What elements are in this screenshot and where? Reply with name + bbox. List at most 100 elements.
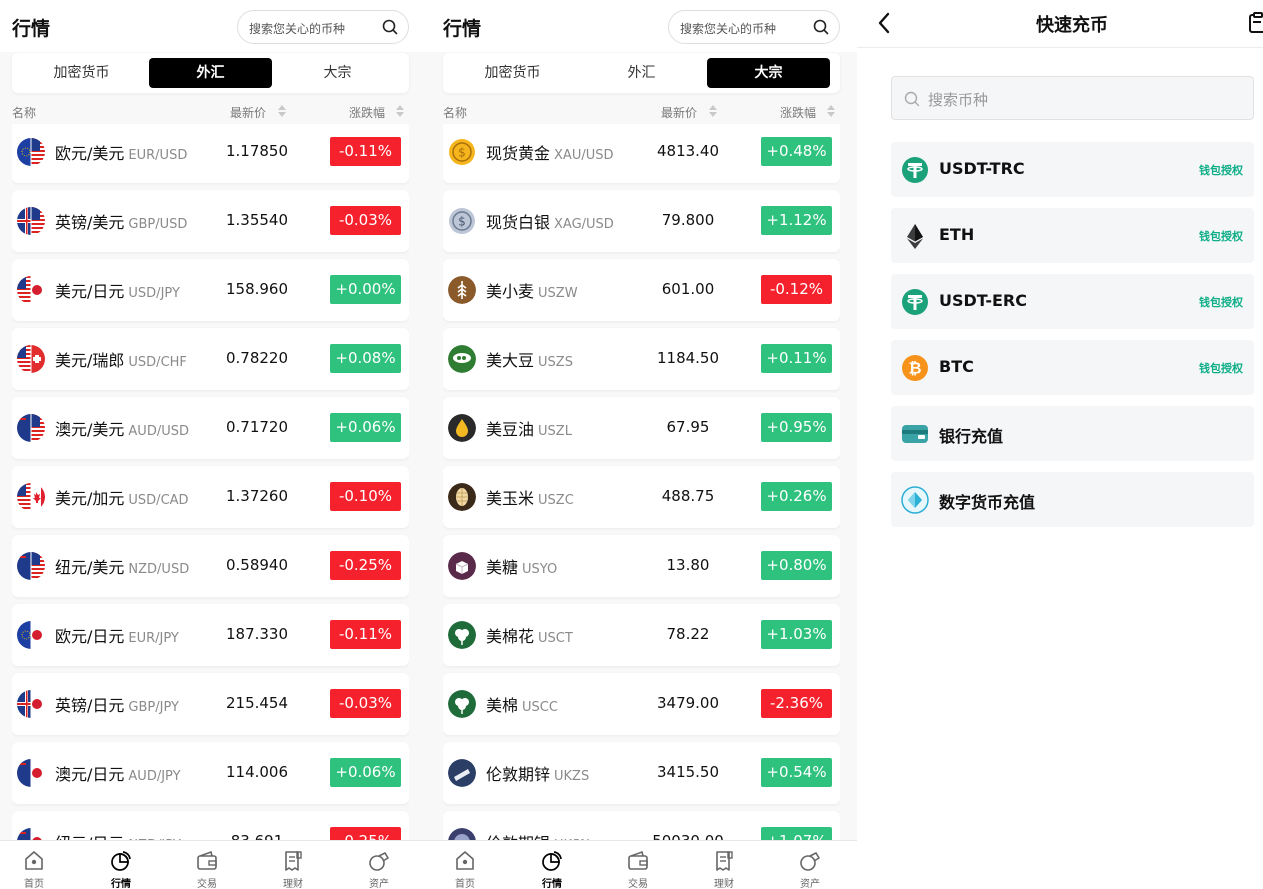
search-input[interactable]: 搜索您关心的币种 xyxy=(668,10,840,44)
latest-price: 0.78220 xyxy=(225,349,289,367)
deposit-option[interactable]: USDT-ERC 钱包授权 xyxy=(891,274,1254,329)
market-row[interactable]: 纽元/日元NZD/JPY 83.691 -0.25% xyxy=(12,811,409,840)
market-row[interactable]: $ 现货黄金 XAU/USD 4813.40 +0.48% xyxy=(443,124,840,183)
soybean-icon xyxy=(448,345,476,373)
change-badge: +0.00% xyxy=(330,275,401,304)
nz-jp-flag-icon xyxy=(17,828,45,840)
nav-item[interactable]: 资产 xyxy=(349,849,409,889)
wallet-authorize-link[interactable]: 钱包授权 xyxy=(1199,360,1243,376)
market-row[interactable]: $ 现货白银 XAG/USD 79.800 +1.12% xyxy=(443,190,840,252)
market-row[interactable]: 伦敦期银UKSN 50030.00 +1.07% xyxy=(443,811,840,840)
change-badge: +0.54% xyxy=(761,758,832,787)
tab-crypto[interactable]: 加密货币 xyxy=(451,58,574,88)
assets-icon xyxy=(800,852,820,871)
deposit-option-name: USDT-TRC xyxy=(939,159,1025,178)
commodity-list: $ 现货黄金 XAU/USD 4813.40 +0.48% $ 现货白银 XAG/USD 79.… xyxy=(443,124,840,840)
market-row[interactable]: 澳元/日元 AUD/JPY 114.006 +0.06% xyxy=(12,742,409,804)
instrument-code: UKZS xyxy=(554,769,590,784)
column-header-price[interactable]: 最新价 xyxy=(230,104,286,124)
wallet-authorize-link[interactable]: 钱包授权 xyxy=(1199,228,1243,244)
market-row[interactable]: 美豆油 USZL 67.95 +0.95% xyxy=(443,397,840,459)
tab-crypto[interactable]: 加密货币 xyxy=(20,58,143,88)
zinc-icon xyxy=(448,759,476,787)
market-row[interactable]: 美棉花 USCT 78.22 +1.03% xyxy=(443,604,840,666)
deposit-option[interactable]: ₿ BTC 钱包授权 xyxy=(891,340,1254,395)
market-row[interactable]: 美糖 USYO 13.80 +0.80% xyxy=(443,535,840,597)
deposit-option[interactable]: 银行充值 xyxy=(891,406,1254,461)
instrument-name: 美元/瑞郎 xyxy=(55,351,125,370)
coin-search-input[interactable]: 搜索币种 xyxy=(891,76,1254,120)
nav-item[interactable]: 首页 xyxy=(4,849,64,889)
wallet-authorize-link[interactable]: 钱包授权 xyxy=(1199,162,1243,178)
column-header-change[interactable]: 涨跌幅 xyxy=(780,104,835,124)
market-row[interactable]: 美元/日元 USD/JPY 158.960 +0.00% xyxy=(12,259,409,321)
tab-forex[interactable]: 外汇 xyxy=(149,58,272,88)
latest-price: 0.58940 xyxy=(225,556,289,574)
instrument-name: 美大豆 xyxy=(486,351,535,370)
market-row[interactable]: 美棉 USCC 3479.00 -2.36% xyxy=(443,673,840,735)
search-icon xyxy=(904,91,920,107)
market-row[interactable]: 欧元/美元 EUR/USD 1.17850 -0.11% xyxy=(12,124,409,183)
market-row-name: 澳元/美元 AUD/USD xyxy=(55,416,189,440)
au-us-flag-icon xyxy=(17,414,45,442)
tab-forex[interactable]: 外汇 xyxy=(580,58,703,88)
instrument-name: 美玉米 xyxy=(486,489,535,508)
assets-icon xyxy=(369,852,389,871)
instrument-code: AUD/USD xyxy=(128,424,189,439)
column-header-price[interactable]: 最新价 xyxy=(661,104,717,124)
change-badge: +0.11% xyxy=(761,344,832,373)
latest-price: 1184.50 xyxy=(656,349,720,367)
latest-price: 158.960 xyxy=(225,280,289,298)
deposit-option-name: ETH xyxy=(939,225,975,244)
change-badge: -0.12% xyxy=(761,275,832,304)
instrument-name: 美元/加元 xyxy=(55,489,125,508)
cotton-icon xyxy=(448,621,476,649)
market-row-name: 英镑/美元 GBP/USD xyxy=(55,209,187,233)
nav-item[interactable]: 理财 xyxy=(694,849,754,889)
sort-icon xyxy=(709,104,717,118)
market-row[interactable]: 纽元/美元 NZD/USD 0.58940 -0.25% xyxy=(12,535,409,597)
uk-jp-flag-icon xyxy=(17,690,45,718)
deposit-option[interactable]: ETH 钱包授权 xyxy=(891,208,1254,263)
market-row-name: 英镑/日元 GBP/JPY xyxy=(55,692,179,716)
market-row[interactable]: 美小麦 USZW 601.00 -0.12% xyxy=(443,259,840,321)
nav-item[interactable]: 资产 xyxy=(780,849,840,889)
silver-coin-icon: $ xyxy=(448,207,476,235)
latest-price: 0.71720 xyxy=(225,418,289,436)
nav-item[interactable]: 行情 xyxy=(522,849,582,889)
search-placeholder: 搜索您关心的币种 xyxy=(680,22,777,36)
svg-text:$: $ xyxy=(458,215,466,229)
market-panel-forex: 行情 搜索您关心的币种 加密货币 外汇 大宗 名称 最新价 涨跌幅 欧元/美元 E… xyxy=(0,0,431,889)
deposit-option[interactable]: 数字货币充值 xyxy=(891,472,1254,527)
digital-currency-icon xyxy=(901,486,929,514)
tab-commodity[interactable]: 大宗 xyxy=(707,58,830,88)
bank-card-icon xyxy=(901,420,929,448)
deposit-option[interactable]: USDT-TRC 钱包授权 xyxy=(891,142,1254,197)
market-row[interactable]: 伦敦期锌 UKZS 3415.50 +0.54% xyxy=(443,742,840,804)
column-header-change-label: 涨跌幅 xyxy=(349,106,386,120)
column-header-change[interactable]: 涨跌幅 xyxy=(349,104,404,124)
column-header-price-label: 最新价 xyxy=(661,106,698,120)
market-row[interactable]: 美元/瑞郎 USD/CHF 0.78220 +0.08% xyxy=(12,328,409,390)
nav-item[interactable]: 交易 xyxy=(177,849,237,889)
market-row[interactable]: 欧元/日元 EUR/JPY 187.330 -0.11% xyxy=(12,604,409,666)
market-row-name: 纽元/美元 NZD/USD xyxy=(55,554,189,578)
latest-price: 488.75 xyxy=(661,487,715,505)
market-row[interactable]: 美大豆 USZS 1184.50 +0.11% xyxy=(443,328,840,390)
nav-item[interactable]: 首页 xyxy=(435,849,495,889)
nav-item[interactable]: 行情 xyxy=(91,849,151,889)
market-row-name: 美元/加元 USD/CAD xyxy=(55,485,189,509)
market-row[interactable]: 英镑/美元 GBP/USD 1.35540 -0.03% xyxy=(12,190,409,252)
nav-item[interactable]: 理财 xyxy=(263,849,323,889)
market-row[interactable]: 美玉米 USZC 488.75 +0.26% xyxy=(443,466,840,528)
search-input[interactable]: 搜索您关心的币种 xyxy=(237,10,409,44)
latest-price: 215.454 xyxy=(225,694,289,712)
market-row[interactable]: 英镑/日元 GBP/JPY 215.454 -0.03% xyxy=(12,673,409,735)
wallet-authorize-link[interactable]: 钱包授权 xyxy=(1199,294,1243,310)
market-row[interactable]: 澳元/美元 AUD/USD 0.71720 +0.06% xyxy=(12,397,409,459)
nav-item[interactable]: 交易 xyxy=(608,849,668,889)
record-icon[interactable] xyxy=(1249,12,1263,34)
market-row[interactable]: 美元/加元 USD/CAD 1.37260 -0.10% xyxy=(12,466,409,528)
search-placeholder: 搜索币种 xyxy=(928,91,989,109)
tab-commodity[interactable]: 大宗 xyxy=(276,58,399,88)
